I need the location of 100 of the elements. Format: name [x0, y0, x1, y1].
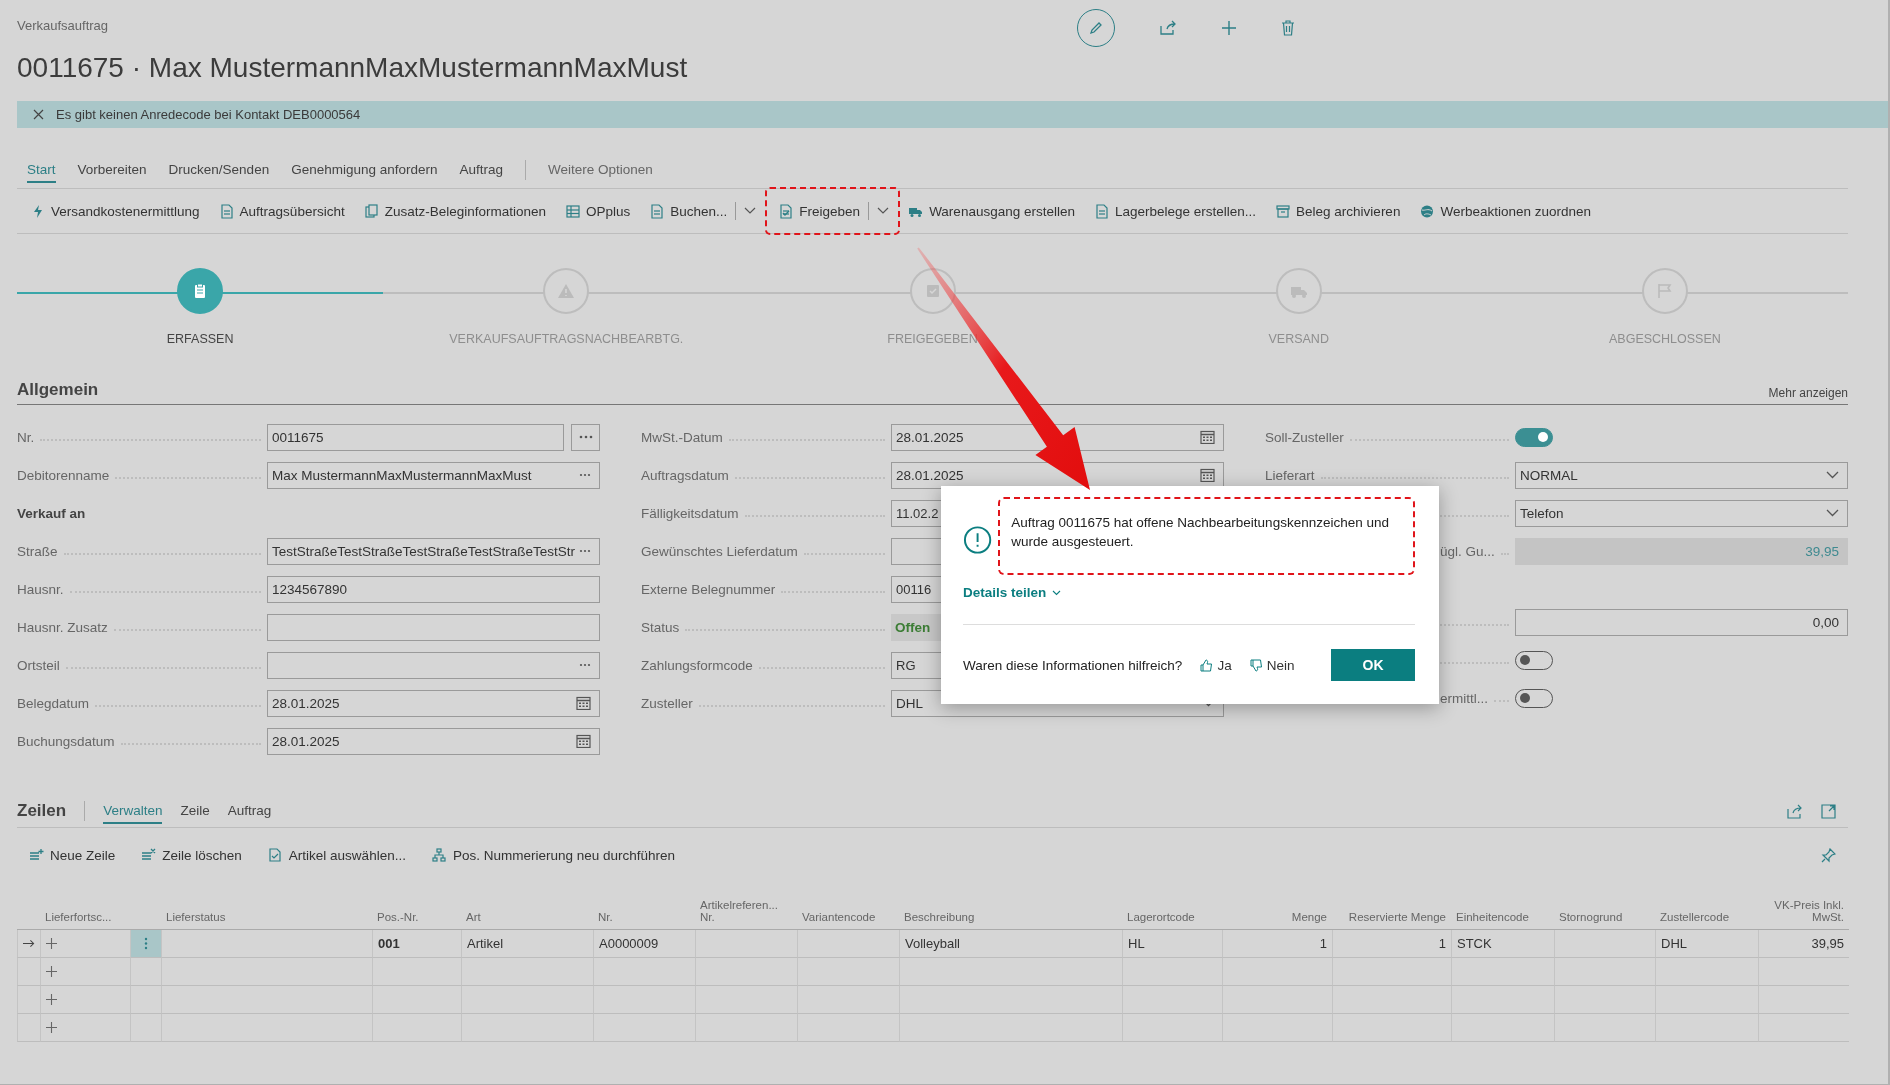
toolbar-button[interactable]: Zusatz-Beleginformationen [364, 203, 546, 219]
plus-icon[interactable] [46, 994, 57, 1005]
column-header[interactable]: Reservierte Menge [1332, 888, 1451, 930]
plus-icon[interactable] [46, 938, 57, 949]
expand-icon[interactable] [1821, 803, 1836, 819]
input-field[interactable] [267, 651, 600, 679]
dialog-message: Auftrag 0011675 hat offene Nachbearbeitungskennzeichen und wurde ausgesteuert. [1011, 515, 1389, 549]
column-header[interactable]: Art [461, 888, 593, 930]
pencil-icon [1088, 20, 1104, 36]
date-field[interactable]: 28.01.2025 [891, 423, 1224, 451]
field-label: Zusteller [641, 695, 693, 711]
field-label: Hausnr. [17, 581, 64, 597]
input-field[interactable]: Max MustermannMaxMustermannMaxMust [267, 461, 600, 489]
more-icon [579, 473, 591, 477]
toolbar-button[interactable]: Auftragsübersicht [219, 203, 345, 219]
column-header[interactable]: Einheitencode [1451, 888, 1554, 930]
column-header[interactable]: Zustellercode [1655, 888, 1758, 930]
chevron-down-icon [1826, 471, 1839, 479]
dropdown-field[interactable]: Telefon [1515, 499, 1848, 527]
toolbar-button[interactable]: OPplus [566, 203, 631, 219]
table-cell: Artikel [461, 930, 593, 958]
menu-tab[interactable]: Auftrag [227, 798, 272, 824]
input-field[interactable]: 1234567890 [267, 575, 600, 603]
field-label: Buchungsdatum [17, 733, 115, 749]
toolbar-button[interactable]: Beleg archivieren [1276, 203, 1401, 219]
page-title: 0011675 · Max MustermannMaxMustermannMaxMust [17, 52, 689, 84]
toolbar-button[interactable]: Pos. Nummerierung neu durchführen [431, 847, 676, 863]
chevron-down-icon [1052, 589, 1062, 596]
amount-field[interactable]: 0,00 [1515, 608, 1848, 636]
menu-tab[interactable]: Auftrag [459, 157, 504, 183]
toolbar-button[interactable]: Zeile löschen [141, 847, 242, 863]
date-field[interactable]: 28.01.2025 [267, 689, 600, 717]
menu-tab[interactable]: Drucken/Senden [168, 157, 270, 183]
toolbar-button[interactable]: Freigeben [779, 203, 861, 219]
yes-button[interactable]: Ja [1200, 657, 1232, 673]
column-header[interactable]: VK-Preis Inkl. MwSt. [1758, 888, 1849, 930]
table-cell: A0000009 [593, 930, 695, 958]
column-header[interactable]: Pos.-Nr. [372, 888, 461, 930]
more-icon [579, 549, 591, 553]
column-header[interactable]: Beschreibung [899, 888, 1122, 930]
field-label: Lieferart [1265, 467, 1315, 483]
field-label: Straße [17, 543, 58, 559]
menu-tab[interactable]: Vorbereiten [77, 157, 147, 183]
field-label: ermittl... [1440, 690, 1488, 706]
toolbar-button[interactable]: Buchen... [650, 203, 728, 219]
more-icon[interactable] [144, 937, 148, 950]
ok-button[interactable]: OK [1331, 649, 1415, 681]
chevron-down-icon[interactable] [744, 207, 757, 215]
share-icon[interactable] [1159, 20, 1177, 36]
document-icon [267, 848, 283, 862]
toggle-switch[interactable] [1515, 427, 1553, 447]
chevron-down-icon[interactable] [877, 207, 890, 215]
close-icon[interactable] [33, 109, 44, 120]
column-header[interactable]: Lieferstatus [161, 888, 372, 930]
input-field[interactable]: 0011675 [267, 423, 564, 451]
plus-icon[interactable] [1221, 20, 1237, 36]
pin-icon[interactable] [1821, 847, 1836, 863]
no-button[interactable]: Nein [1249, 657, 1295, 673]
more-button[interactable] [571, 423, 600, 451]
menu-tab[interactable]: Genehmigung anfordern [291, 157, 438, 183]
column-header[interactable]: Variantencode [797, 888, 899, 930]
more-icon [578, 435, 593, 439]
table-cell[interactable] [130, 1014, 161, 1042]
toolbar-button[interactable]: Versandkostenermittlung [31, 203, 200, 219]
input-field[interactable] [267, 613, 600, 641]
column-header[interactable]: Nr. [593, 888, 695, 930]
plus-icon[interactable] [46, 966, 57, 977]
column-header[interactable]: Stornogrund [1554, 888, 1655, 930]
dropdown-field[interactable]: NORMAL [1515, 461, 1848, 489]
show-more-link[interactable]: Mehr anzeigen [1768, 386, 1848, 400]
table-cell[interactable] [130, 930, 161, 958]
column-header[interactable]: Artikelreferen... Nr. [695, 888, 797, 930]
table-cell[interactable] [130, 958, 161, 986]
toolbar-button[interactable]: Artikel auswählen... [267, 847, 406, 863]
table-cell[interactable] [130, 986, 161, 1014]
details-link[interactable]: Details teilen [963, 585, 1062, 600]
column-header[interactable]: Menge [1222, 888, 1332, 930]
plus-icon[interactable] [46, 1022, 57, 1033]
column-header[interactable]: Lieferfortsc... [40, 888, 130, 930]
toolbar-button[interactable]: Lagerbelege erstellen... [1094, 203, 1257, 219]
table-cell: STCK [1451, 930, 1554, 958]
table-cell: 1 [1332, 930, 1451, 958]
share-icon[interactable] [1787, 803, 1803, 819]
input-field[interactable]: TestStraßeTestStraßeTestStraßeTestStraßeTestStr [267, 537, 600, 565]
page-type-label: Verkaufsauftrag [17, 18, 110, 33]
field-label: Hausnr. Zusatz [17, 619, 108, 635]
column-header[interactable]: Lagerortcode [1122, 888, 1222, 930]
toolbar-button[interactable]: Werbeaktionen zuordnen [1420, 203, 1591, 219]
section-title: Allgemein [17, 380, 99, 400]
toolbar-button[interactable]: Warenausgang erstellen [909, 203, 1075, 219]
field-label: Fälligkeitsdatum [641, 505, 739, 521]
toolbar-button[interactable]: Neue Zeile [29, 847, 116, 863]
menu-tab[interactable]: Weitere Optionen [548, 157, 653, 183]
thumbs-up-icon [1200, 658, 1214, 672]
menu-tab[interactable]: Zeile [180, 798, 210, 824]
status-field: Offen [891, 613, 943, 641]
grid-icon [566, 203, 580, 219]
date-field[interactable]: 28.01.2025 [267, 727, 600, 755]
more-icon [579, 663, 591, 667]
trash-icon[interactable] [1281, 20, 1295, 36]
